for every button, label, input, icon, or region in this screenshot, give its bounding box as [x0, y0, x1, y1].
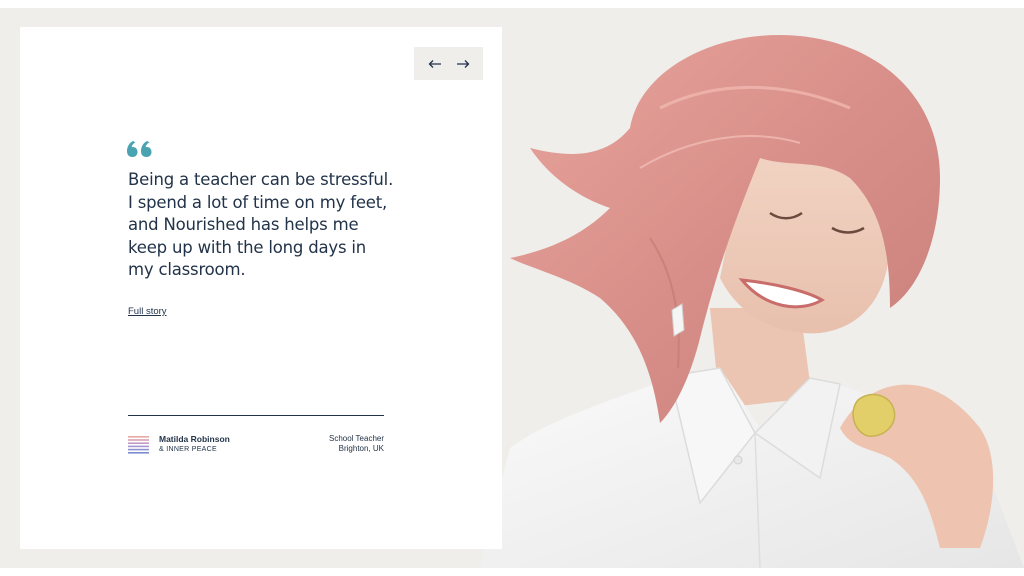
- inner-peace-logo-icon: [128, 436, 149, 454]
- testimonial-photo: [420, 8, 1024, 568]
- arrow-right-icon[interactable]: [455, 56, 471, 72]
- author-role: School Teacher: [329, 434, 384, 443]
- divider: [128, 415, 384, 416]
- woman-portrait-image: [480, 34, 1024, 568]
- author-name: Matilda Robinson: [159, 434, 230, 444]
- author-brand: & INNER PEACE: [159, 446, 217, 453]
- page-bottom-margin: [0, 568, 1024, 576]
- full-story-link[interactable]: Full story: [128, 306, 167, 317]
- testimonial-section: Being a teacher can be stressful. I spen…: [0, 8, 1024, 568]
- testimonial-card: Being a teacher can be stressful. I spen…: [20, 27, 502, 549]
- arrow-left-icon[interactable]: [427, 56, 443, 72]
- quote-icon: [127, 139, 153, 159]
- testimonial-quote: Being a teacher can be stressful. I spen…: [128, 170, 394, 279]
- carousel-navigation: [414, 47, 483, 80]
- author-location: Brighton, UK: [338, 444, 384, 453]
